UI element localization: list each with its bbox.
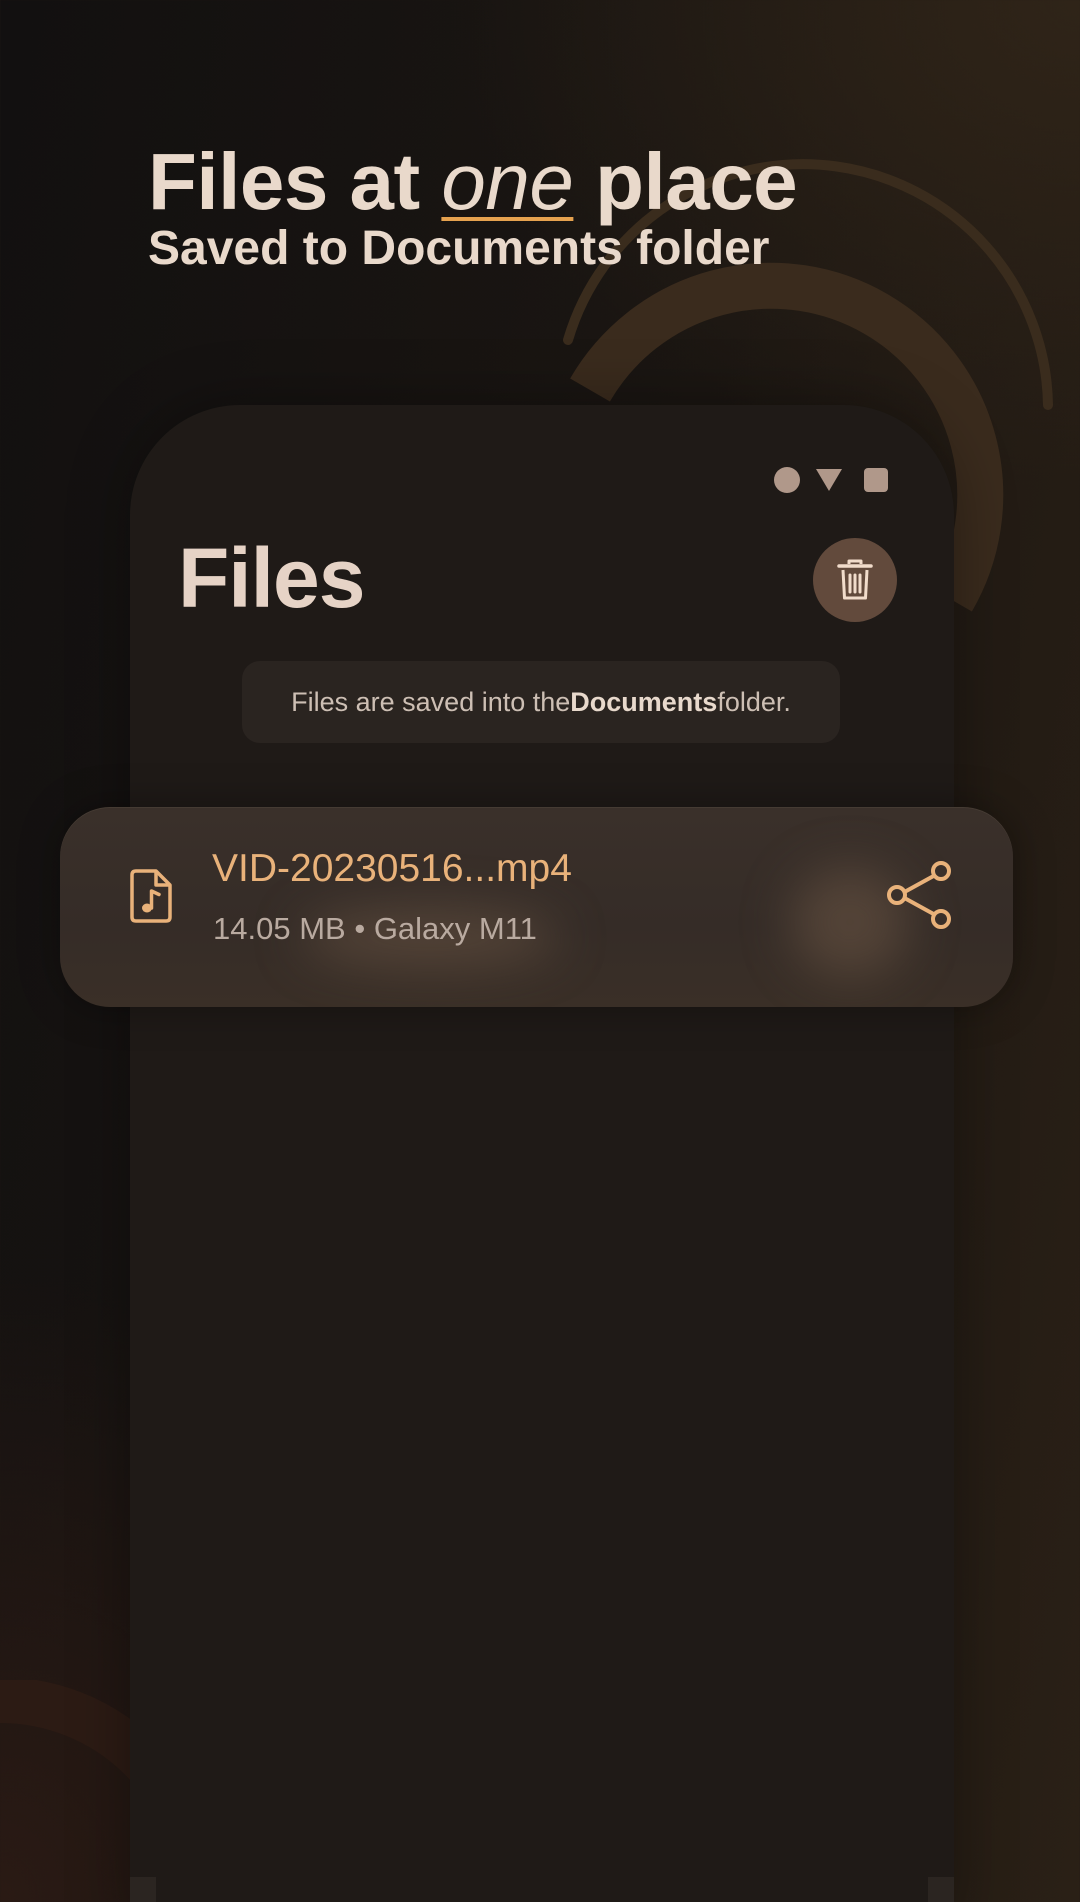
audio-file-icon — [130, 869, 172, 923]
delete-all-button[interactable] — [813, 538, 897, 622]
square-icon — [864, 468, 888, 492]
share-icon[interactable] — [885, 859, 957, 931]
headline-title-end: place — [573, 137, 798, 226]
phone-frame: Files Files are saved into the Documents… — [130, 405, 954, 1902]
meta-separator: • — [354, 911, 366, 946]
notice-text-end: folder. — [717, 686, 791, 717]
headline-title: Files at one place — [148, 137, 798, 226]
phone-edge-right — [928, 1877, 954, 1902]
notice-folder-name: Documents — [570, 686, 718, 717]
file-details: 14.05 MB • Galaxy M11 — [213, 911, 537, 947]
trash-icon — [837, 559, 873, 600]
file-size: 14.05 MB — [213, 911, 346, 946]
headline-title-start: Files at — [148, 137, 442, 226]
save-location-notice: Files are saved into the Documents folde… — [242, 661, 840, 743]
status-bar — [774, 467, 888, 493]
headline-subtitle: Saved to Documents folder — [148, 222, 770, 275]
notice-text-start: Files are saved into the — [291, 686, 571, 717]
file-list-item[interactable]: VID-20230516...mp4 14.05 MB • Galaxy M11 — [60, 807, 1013, 1007]
source-device: Galaxy M11 — [373, 911, 537, 946]
phone-edge-left — [130, 1877, 156, 1902]
headline-title-emphasis: one — [441, 137, 574, 226]
file-name: VID-20230516...mp4 — [212, 847, 572, 890]
triangle-icon — [816, 469, 842, 491]
headline: Files at one place Saved to Documents fo… — [148, 137, 798, 276]
page-title: Files — [178, 531, 365, 625]
circle-icon — [774, 467, 800, 493]
